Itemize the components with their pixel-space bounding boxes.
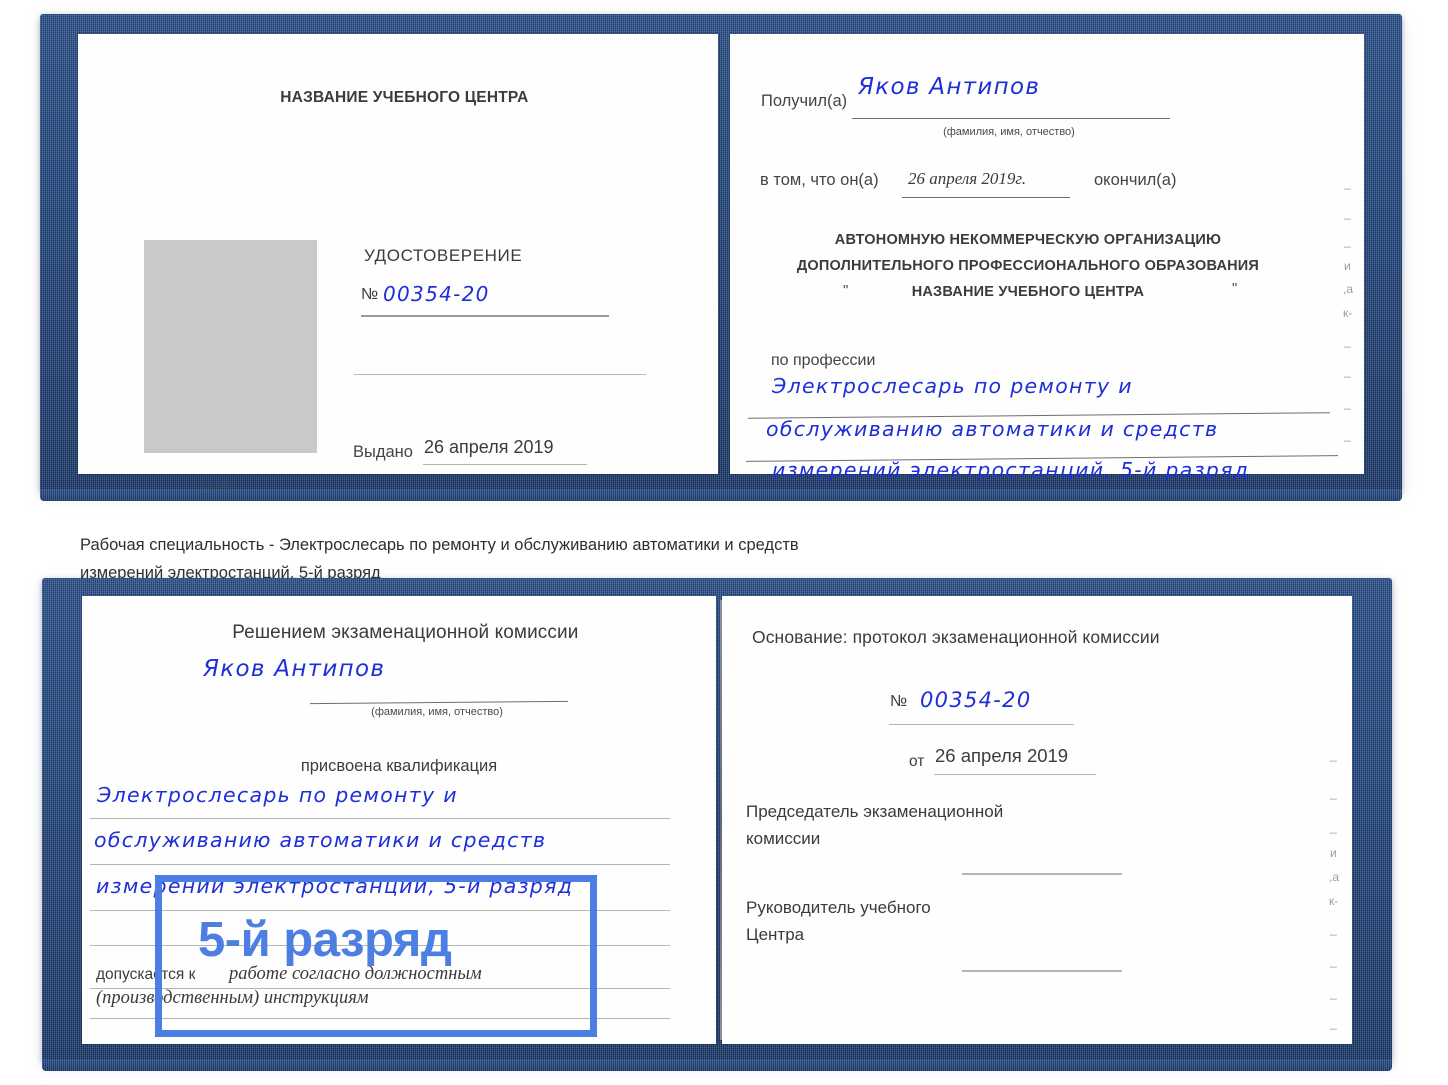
top-right-page: Получил(а) Яков Антипов (фамилия, имя, о… [730,34,1364,482]
bottom-number-rule [889,724,1074,726]
bottom-name-value: Яков Антипов [203,656,386,682]
from-label: от [909,753,925,770]
margin-artifact: к- [1343,306,1353,320]
basis-label: Основание: протокол экзаменационной коми… [752,627,1160,647]
bottom-number-value: 00354-20 [920,688,1032,712]
received-rule [852,118,1170,120]
margin-artifact: _ [1330,986,1337,1000]
head-line2: Центра [746,925,805,944]
margin-artifact: ,а [1329,870,1340,884]
qualification-label: присвоена квалификация [300,757,498,775]
margin-artifact: _ [1344,334,1351,348]
margin-artifact: _ [1330,786,1337,800]
decision-title: Решением экзаменационной комиссии [232,622,579,643]
chairman-line1: Председатель экзаменационной [746,802,1004,821]
org-quote-open: " [843,282,849,299]
received-label: Получил(а) [761,92,848,110]
chairman-signature-rule [962,873,1122,875]
org-title-top: НАЗВАНИЕ УЧЕБНОГО ЦЕНТРА [280,89,529,106]
finished-date-rule [902,197,1070,199]
org-line1: АВТОНОМНУЮ НЕКОММЕРЧЕСКУЮ ОРГАНИЗАЦИЮ [834,232,1222,248]
finished-date: 26 апреля 2019г. [908,169,1027,188]
margin-artifact: и [1344,259,1351,273]
doc-type-label: УДОСТОВЕРЕНИЕ [364,246,523,265]
number-symbol-top: № [361,286,379,303]
bottom-number-symbol: № [890,693,908,710]
margin-artifact: _ [1344,428,1351,442]
seal-label: М.П. [202,483,234,500]
margin-artifact: _ [1330,922,1337,936]
blank-rule-top [354,374,646,376]
chairman-line2: комиссии [746,829,821,848]
issued-value: 26 апреля 2019 [424,437,554,457]
bottom-right-page: Основание: протокол экзаменационной коми… [722,596,1352,1044]
org-quote-close: " [1232,280,1238,297]
number-rule-top [361,315,609,317]
margin-artifact: _ [1344,206,1351,220]
issued-label: Выдано [353,443,413,461]
caption-line-1: Рабочая специальность - Электрослесарь п… [80,536,799,554]
number-value-top: 00354-20 [383,282,490,306]
margin-artifact: _ [1330,748,1337,762]
top-left-page: НАЗВАНИЕ УЧЕБНОГО ЦЕНТРА УДОСТОВЕРЕНИЕ №… [78,34,718,500]
qual-line2: обслуживанию автоматики и средств [94,828,547,852]
margin-artifact: _ [1330,1016,1337,1030]
margin-artifact: к- [1329,894,1339,908]
margin-artifact: _ [1344,396,1351,410]
margin-artifact: _ [1330,820,1337,834]
head-signature-rule [962,970,1122,972]
qual-rule2 [90,864,670,866]
org-line2: ДОПОЛНИТЕЛЬНОГО ПРОФЕССИОНАЛЬНОГО ОБРАЗО… [796,258,1260,274]
top-certificate-cover: НАЗВАНИЕ УЧЕБНОГО ЦЕНТРА УДОСТОВЕРЕНИЕ №… [40,14,1402,501]
margin-artifact: ,а [1343,282,1354,296]
bottom-name-rule [309,700,569,705]
from-rule [934,774,1096,776]
qual-line1: Электрослесарь по ремонту и [97,783,458,807]
received-value: Яков Антипов [858,74,1041,100]
margin-artifact: _ [1344,176,1351,190]
org-line3: НАЗВАНИЕ УЧЕБНОГО ЦЕНТРА [911,284,1145,300]
in-that-label: в том, что он(а) [760,171,879,189]
profession-line3: измерений электростанций, 5-й разряд [772,458,1250,482]
profession-line1: Электрослесарь по ремонту и [772,374,1133,398]
fio-hint-top: (фамилия, имя, отчество) [943,126,1075,138]
margin-artifact: и [1330,846,1337,860]
head-line1: Руководитель учебного [746,898,931,917]
margin-artifact: _ [1344,364,1351,378]
highlight-label: 5-й разряд [198,913,452,967]
margin-artifact: _ [1344,234,1351,248]
profession-label: по профессии [771,352,876,369]
issued-rule [423,464,587,466]
photo-placeholder [144,240,317,453]
margin-artifact: _ [1330,954,1337,968]
fio-hint-bottom: (фамилия, имя, отчество) [371,706,503,718]
from-value: 26 апреля 2019 [935,745,1069,766]
finished-label: окончил(а) [1094,171,1177,189]
qual-rule1 [90,818,670,820]
profession-line2: обслуживанию автоматики и средств [766,417,1219,441]
